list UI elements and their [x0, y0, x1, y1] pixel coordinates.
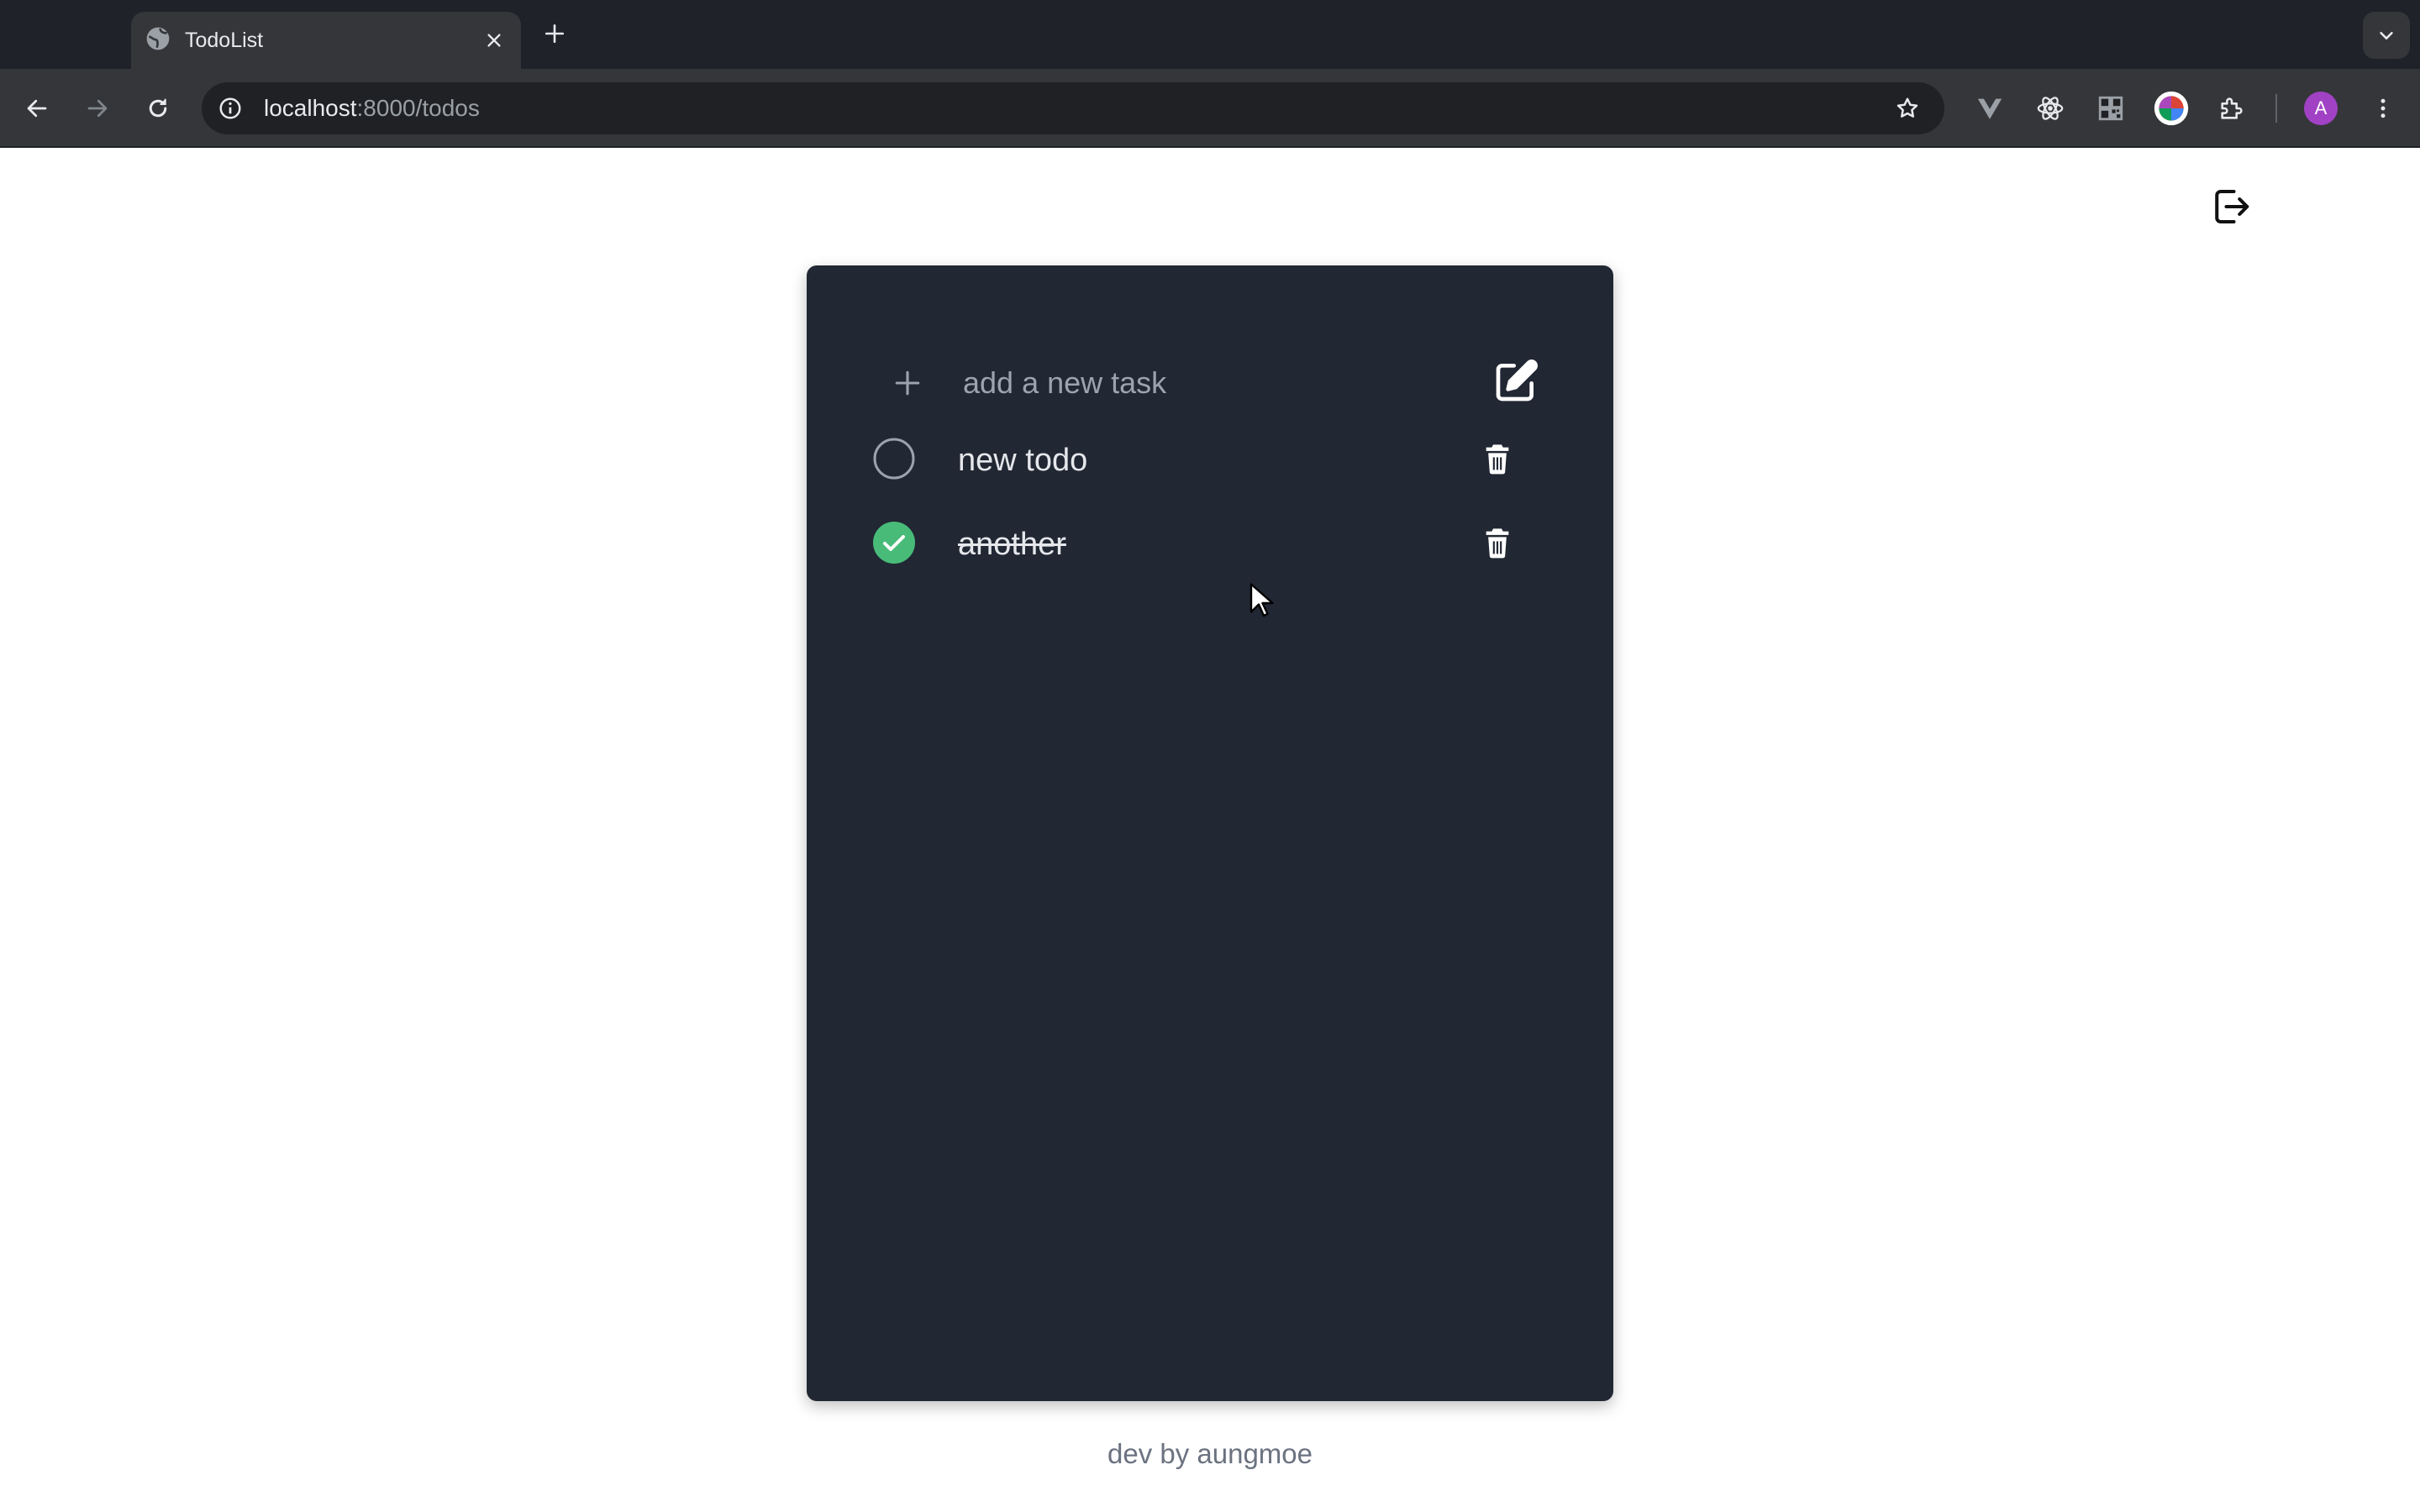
back-button[interactable] — [17, 88, 57, 129]
edit-icon[interactable] — [1491, 356, 1541, 407]
todo-text[interactable]: new todo — [958, 442, 1087, 479]
url-path: :8000/todos — [356, 95, 480, 121]
plus-icon[interactable] — [891, 366, 924, 400]
plus-icon — [544, 24, 565, 44]
browser-toolbar: localhost:8000/todos A — [0, 69, 2420, 148]
new-tab-button[interactable] — [538, 17, 571, 50]
info-icon[interactable] — [215, 93, 245, 123]
toolbar-separator — [2275, 94, 2277, 123]
puzzle-icon[interactable] — [2213, 90, 2250, 127]
browser-tab[interactable]: TodoList — [131, 12, 521, 69]
qr-code-icon[interactable] — [2092, 90, 2129, 127]
logout-button[interactable] — [2205, 181, 2255, 232]
trash-icon[interactable] — [1476, 437, 1519, 480]
reload-button[interactable] — [138, 88, 178, 129]
tab-title: TodoList — [185, 29, 264, 52]
chevron-down-icon — [2380, 31, 2393, 39]
kebab-menu-icon[interactable] — [2365, 90, 2402, 127]
unchecked-circle-icon[interactable] — [872, 437, 916, 480]
logout-icon — [2215, 189, 2249, 224]
globe-icon — [145, 25, 171, 52]
arrow-right-icon — [87, 99, 108, 118]
todo-card: new todo another — [807, 265, 1613, 1401]
todo-text[interactable]: another — [958, 526, 1066, 563]
address-bar[interactable]: localhost:8000/todos — [202, 82, 1944, 134]
avatar[interactable]: A — [2304, 92, 2338, 125]
tab-search-button[interactable] — [2363, 12, 2410, 59]
add-task-row — [807, 349, 1613, 417]
todo-item: another — [807, 509, 1613, 576]
star-icon[interactable] — [1891, 92, 1924, 125]
vue-devtools-icon[interactable] — [1971, 90, 2008, 127]
close-icon[interactable] — [479, 25, 509, 55]
react-devtools-icon[interactable] — [2032, 90, 2069, 127]
url-text: localhost:8000/todos — [264, 95, 480, 122]
checked-circle-icon[interactable] — [872, 521, 916, 564]
trash-icon[interactable] — [1476, 521, 1519, 564]
new-task-input[interactable] — [963, 361, 1400, 405]
forward-button[interactable] — [77, 88, 118, 129]
url-host: localhost — [264, 95, 357, 121]
reload-icon — [149, 98, 167, 118]
color-picker-icon[interactable] — [2153, 90, 2190, 127]
browser-tab-strip: TodoList — [0, 0, 2420, 69]
arrow-left-icon — [27, 99, 47, 118]
todo-item: new todo — [807, 425, 1613, 492]
footer-credit: dev by aungmoe — [1107, 1438, 1313, 1469]
mouse-cursor-icon — [1249, 583, 1274, 617]
